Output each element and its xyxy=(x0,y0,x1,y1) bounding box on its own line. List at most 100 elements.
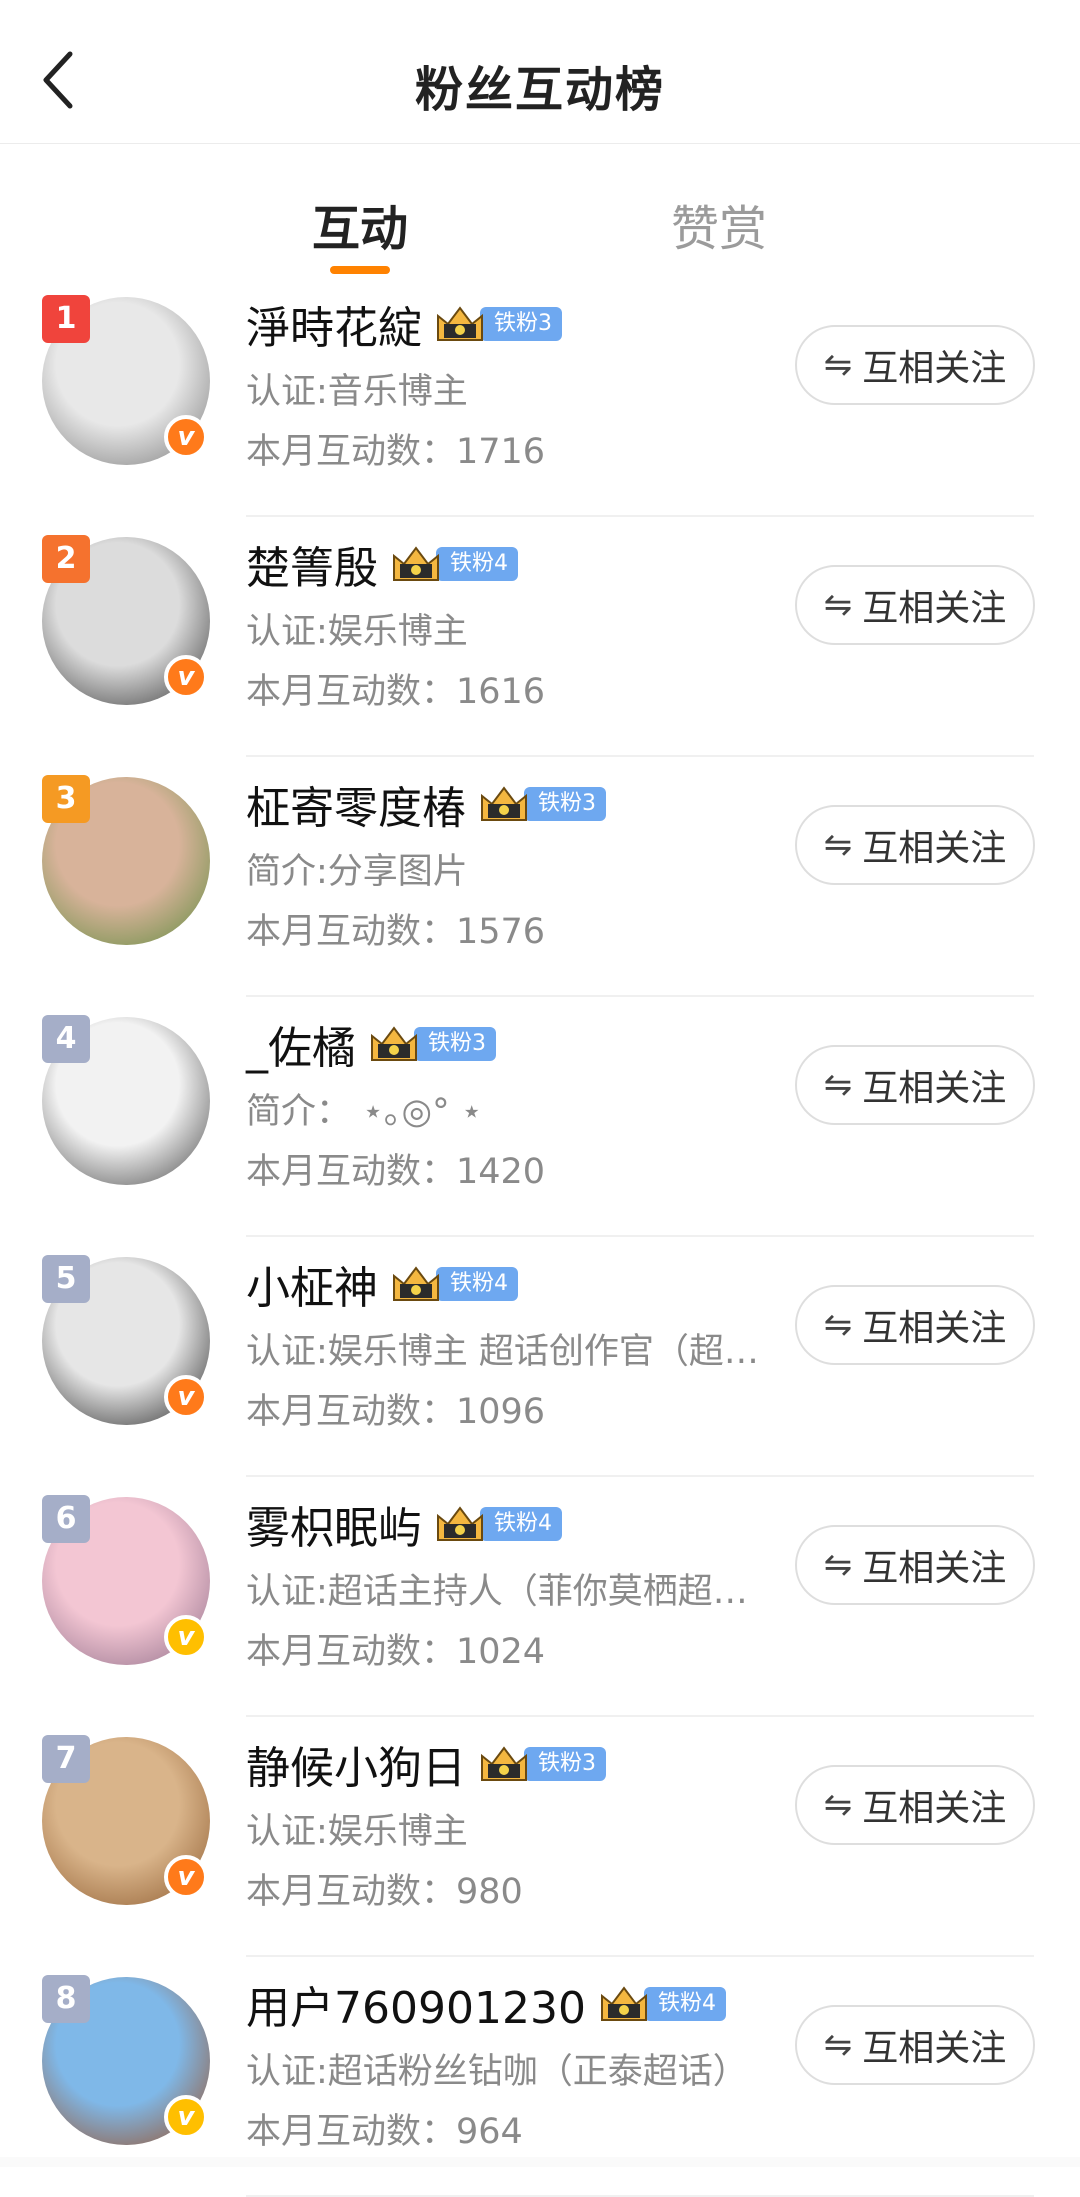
user-name[interactable]: 用户760901230 xyxy=(246,1972,586,2036)
fan-level-badge: 铁粉4 xyxy=(480,1507,562,1541)
verified-badge-icon: v xyxy=(164,415,208,459)
mutual-follow-label: 互相关注 xyxy=(862,339,1006,391)
list-item[interactable]: 3 柾寄零度椿 铁粉3 简介:分享图片 本月互动数：1576 ⇋ 互相关注 xyxy=(0,757,1080,997)
name-line: 柾寄零度椿 铁粉3 xyxy=(246,769,606,839)
rank-badge: 3 xyxy=(42,775,90,823)
user-description: 认证:娱乐博主 xyxy=(246,603,766,654)
swap-arrows-icon: ⇋ xyxy=(824,585,853,625)
mutual-follow-button[interactable]: ⇋ 互相关注 xyxy=(795,1525,1035,1605)
user-description: 认证:超话粉丝钻咖（正泰超话） xyxy=(246,2043,766,2094)
name-line: 楚箐殷 铁粉4 xyxy=(246,529,518,599)
mutual-follow-button[interactable]: ⇋ 互相关注 xyxy=(795,565,1035,645)
fan-level-badge: 铁粉3 xyxy=(524,1747,606,1781)
user-name[interactable]: 小柾神 xyxy=(246,1252,378,1316)
mutual-follow-button[interactable]: ⇋ 互相关注 xyxy=(795,1765,1035,1845)
name-line: 小柾神 铁粉4 xyxy=(246,1249,518,1319)
top-bar: 粉丝互动榜 xyxy=(0,0,1080,144)
rank-badge: 5 xyxy=(42,1255,90,1303)
fan-level-badge: 铁粉3 xyxy=(480,307,562,341)
verified-badge-icon: v xyxy=(164,1855,208,1899)
crown-icon xyxy=(368,1022,420,1066)
rank-badge: 6 xyxy=(42,1495,90,1543)
swap-arrows-icon: ⇋ xyxy=(824,1785,853,1825)
swap-arrows-icon: ⇋ xyxy=(824,2025,853,2065)
home-indicator-bar xyxy=(0,2157,1080,2167)
mutual-follow-label: 互相关注 xyxy=(862,1779,1006,1831)
fan-level-badge: 铁粉3 xyxy=(414,1027,496,1061)
crown-icon xyxy=(478,782,530,826)
mutual-follow-label: 互相关注 xyxy=(862,2019,1006,2071)
user-description: 简介:分享图片 xyxy=(246,843,766,894)
swap-arrows-icon: ⇋ xyxy=(824,825,853,865)
name-line: 雾枳眠屿 铁粉4 xyxy=(246,1489,562,1559)
verified-badge-icon: v xyxy=(164,1615,208,1659)
crown-icon xyxy=(434,302,486,346)
page-title: 粉丝互动榜 xyxy=(0,50,1080,120)
user-description: 简介： ⋆｡◎° ⋆ xyxy=(246,1083,766,1134)
monthly-interaction-count: 本月互动数：1096 xyxy=(246,1383,545,1434)
tab-interaction[interactable]: 互动 xyxy=(312,189,408,259)
user-name[interactable]: _佐橘 xyxy=(246,1012,356,1076)
monthly-interaction-count: 本月互动数：980 xyxy=(246,1863,523,1914)
rank-badge: 8 xyxy=(42,1975,90,2023)
list-item[interactable]: 2 v 楚箐殷 铁粉4 认证:娱乐博主 本月互动数：1616 ⇋ 互相关注 xyxy=(0,517,1080,757)
crown-icon xyxy=(478,1742,530,1786)
mutual-follow-button[interactable]: ⇋ 互相关注 xyxy=(795,805,1035,885)
fan-level-badge: 铁粉4 xyxy=(436,547,518,581)
user-description: 认证:娱乐博主 超话创作官（超话… xyxy=(246,1323,766,1374)
name-line: 静候小狗日 铁粉3 xyxy=(246,1729,606,1799)
user-description: 认证:娱乐博主 xyxy=(246,1803,766,1854)
monthly-interaction-count: 本月互动数：1576 xyxy=(246,903,545,954)
active-tab-indicator xyxy=(330,266,390,274)
mutual-follow-label: 互相关注 xyxy=(862,819,1006,871)
name-line: 用户760901230 铁粉4 xyxy=(246,1969,726,2039)
crown-icon xyxy=(390,542,442,586)
list-item[interactable]: 5 v 小柾神 铁粉4 认证:娱乐博主 超话创作官（超话… 本月互动数：1096… xyxy=(0,1237,1080,1477)
list-item[interactable]: 1 v 淨時花綻 铁粉3 认证:音乐博主 本月互动数：1716 ⇋ 互相关注 xyxy=(0,277,1080,517)
rank-badge: 7 xyxy=(42,1735,90,1783)
fan-list: 1 v 淨時花綻 铁粉3 认证:音乐博主 本月互动数：1716 ⇋ 互相关注 2… xyxy=(0,277,1080,2197)
user-name[interactable]: 淨時花綻 xyxy=(246,292,422,356)
mutual-follow-button[interactable]: ⇋ 互相关注 xyxy=(795,1045,1035,1125)
list-item[interactable]: 4 _佐橘 铁粉3 简介： ⋆｡◎° ⋆ 本月互动数：1420 ⇋ 互相关注 xyxy=(0,997,1080,1237)
list-item[interactable]: 7 v 静候小狗日 铁粉3 认证:娱乐博主 本月互动数：980 ⇋ 互相关注 xyxy=(0,1717,1080,1957)
mutual-follow-button[interactable]: ⇋ 互相关注 xyxy=(795,325,1035,405)
monthly-interaction-count: 本月互动数：1420 xyxy=(246,1143,545,1194)
user-name[interactable]: 静候小狗日 xyxy=(246,1732,466,1796)
monthly-interaction-count: 本月互动数：1024 xyxy=(246,1623,545,1674)
name-line: _佐橘 铁粉3 xyxy=(246,1009,496,1079)
tab-reward[interactable]: 赞赏 xyxy=(671,189,767,259)
name-line: 淨時花綻 铁粉3 xyxy=(246,289,562,359)
user-description: 认证:超话主持人（菲你莫栖超话） xyxy=(246,1563,766,1614)
user-name[interactable]: 柾寄零度椿 xyxy=(246,772,466,836)
list-item[interactable]: 6 v 雾枳眠屿 铁粉4 认证:超话主持人（菲你莫栖超话） 本月互动数：1024… xyxy=(0,1477,1080,1717)
monthly-interaction-count: 本月互动数：1716 xyxy=(246,423,545,474)
mutual-follow-button[interactable]: ⇋ 互相关注 xyxy=(795,1285,1035,1365)
rank-badge: 2 xyxy=(42,535,90,583)
crown-icon xyxy=(390,1262,442,1306)
mutual-follow-label: 互相关注 xyxy=(862,1539,1006,1591)
verified-badge-icon: v xyxy=(164,2095,208,2139)
tab-bar: 互动 赞赏 xyxy=(0,144,1080,277)
user-description: 认证:音乐博主 xyxy=(246,363,766,414)
verified-badge-icon: v xyxy=(164,1375,208,1419)
crown-icon xyxy=(434,1502,486,1546)
mutual-follow-label: 互相关注 xyxy=(862,579,1006,631)
mutual-follow-label: 互相关注 xyxy=(862,1059,1006,1111)
rank-badge: 1 xyxy=(42,295,90,343)
swap-arrows-icon: ⇋ xyxy=(824,345,853,385)
swap-arrows-icon: ⇋ xyxy=(824,1305,853,1345)
swap-arrows-icon: ⇋ xyxy=(824,1065,853,1105)
swap-arrows-icon: ⇋ xyxy=(824,1545,853,1585)
monthly-interaction-count: 本月互动数：964 xyxy=(246,2103,523,2154)
rank-badge: 4 xyxy=(42,1015,90,1063)
user-name[interactable]: 雾枳眠屿 xyxy=(246,1492,422,1556)
mutual-follow-label: 互相关注 xyxy=(862,1299,1006,1351)
monthly-interaction-count: 本月互动数：1616 xyxy=(246,663,545,714)
crown-icon xyxy=(598,1982,650,2026)
verified-badge-icon: v xyxy=(164,655,208,699)
fan-level-badge: 铁粉3 xyxy=(524,787,606,821)
mutual-follow-button[interactable]: ⇋ 互相关注 xyxy=(795,2005,1035,2085)
fan-level-badge: 铁粉4 xyxy=(436,1267,518,1301)
user-name[interactable]: 楚箐殷 xyxy=(246,532,378,596)
